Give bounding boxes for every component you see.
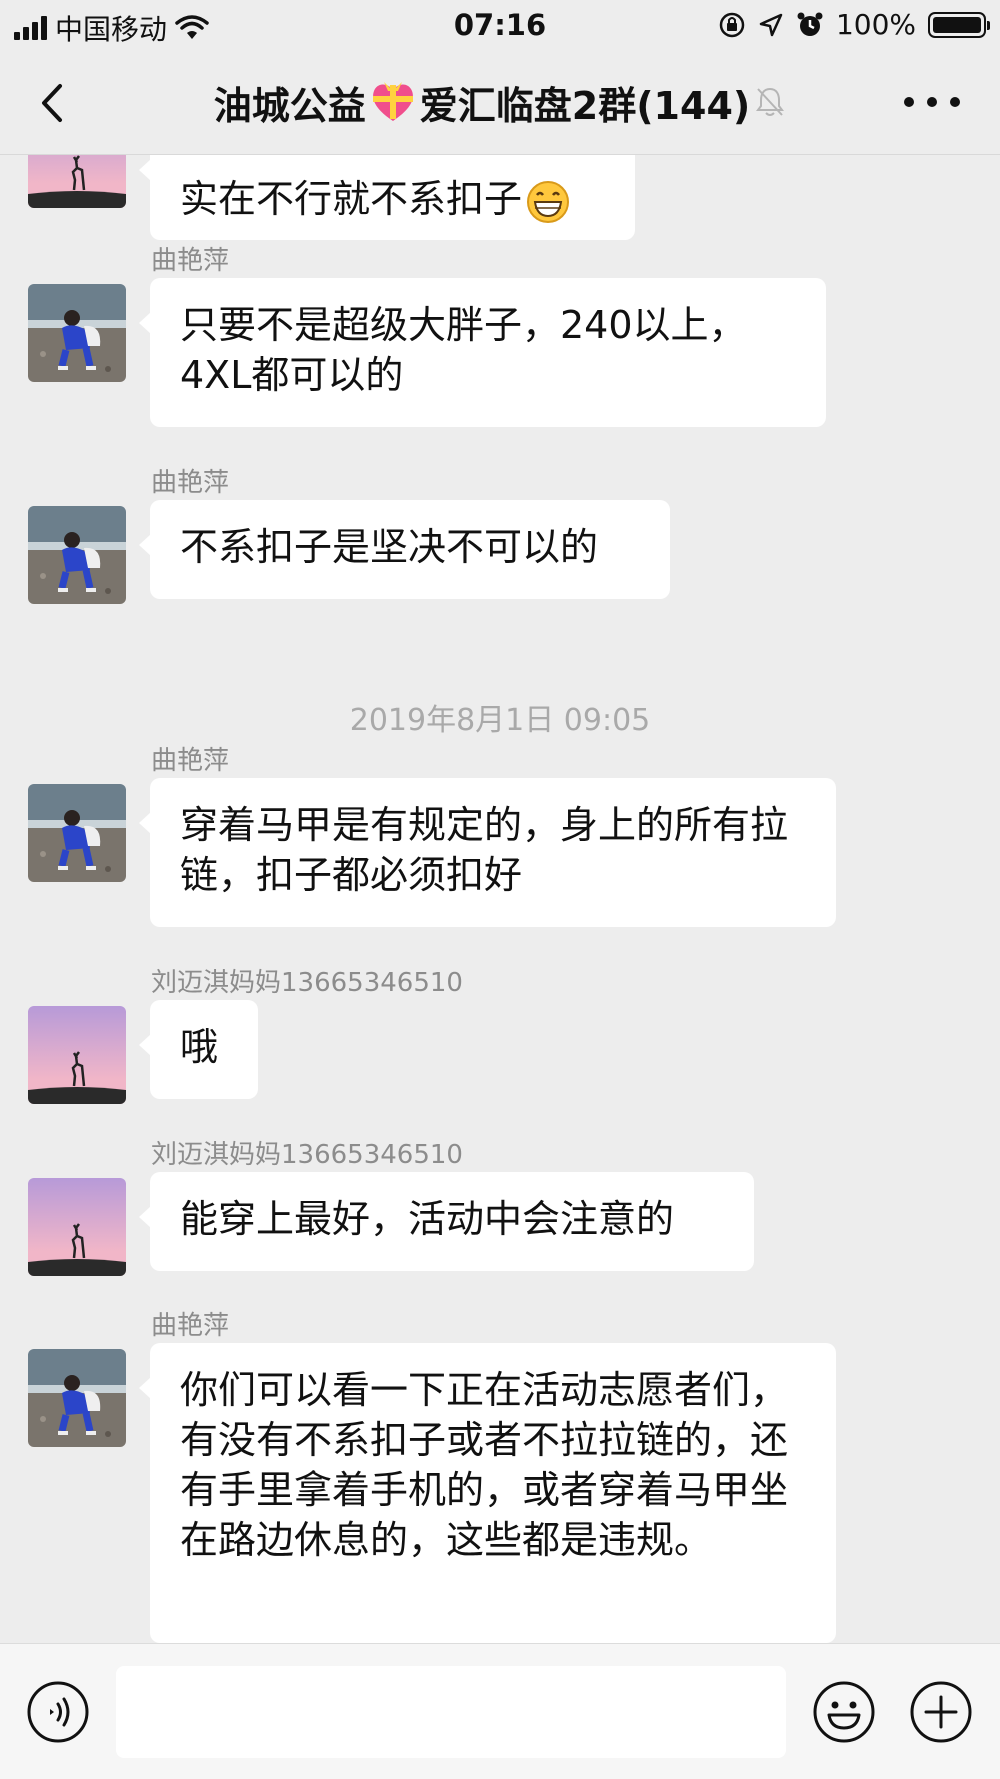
message-bubble[interactable]: 穿着马甲是有规定的，身上的所有拉链，扣子都必须扣好: [139, 778, 836, 927]
more-button[interactable]: [904, 86, 960, 118]
grin-emoji-icon: [527, 180, 570, 223]
message-bubble[interactable]: 哦: [139, 1000, 258, 1099]
emoji-icon: [813, 1681, 875, 1743]
chat-timestamp: 2019年8月1日 09:05: [349, 703, 651, 738]
message-bubble[interactable]: 你们可以看一下正在活动志愿者们，有没有不系扣子或者不拉拉链的，还有手里拿着手机的…: [139, 1343, 836, 1643]
sender-name: 曲艳萍: [151, 746, 230, 776]
status-right: 100%: [718, 8, 990, 41]
avatar-beach[interactable]: [28, 506, 126, 604]
voice-button[interactable]: [26, 1680, 90, 1744]
more-icon: [904, 97, 914, 107]
avatar-deer[interactable]: [28, 1178, 126, 1276]
plus-icon: [910, 1681, 972, 1743]
chat-title-suffix: 爱汇临盘2群(144): [419, 83, 751, 128]
sender-name: 曲艳萍: [151, 1311, 230, 1341]
voice-icon: [27, 1681, 89, 1743]
avatar-deer[interactable]: [28, 155, 126, 208]
mute-bell-icon: [756, 87, 785, 116]
message-bubble[interactable]: 实在不行就不系扣子: [139, 155, 635, 240]
avatar-deer[interactable]: [28, 1006, 126, 1104]
sender-name: 曲艳萍: [151, 246, 230, 276]
heart-gift-emoji-icon: [372, 82, 413, 121]
more-functions-button[interactable]: [909, 1680, 973, 1744]
input-bar: [0, 1643, 1000, 1779]
message-bubble[interactable]: 能穿上最好，活动中会注意的: [139, 1172, 754, 1271]
chat-title: 油城公益 爱汇临盘2群(144): [0, 50, 1000, 154]
emoji-button[interactable]: [812, 1680, 876, 1744]
battery-icon: [928, 11, 990, 38]
message-bubble[interactable]: 不系扣子是坚决不可以的: [139, 500, 670, 599]
status-bar: 中国移动 07:16 100%: [0, 0, 1000, 50]
sender-name: 刘迈淇妈妈13665346510: [151, 1140, 463, 1170]
location-icon: [759, 13, 783, 36]
orientation-lock-icon: [719, 12, 745, 37]
avatar-beach[interactable]: [28, 1349, 126, 1447]
alarm-icon: [797, 12, 823, 36]
message-bubble[interactable]: 只要不是超级大胖子，240以上，4XL都可以的: [139, 278, 826, 427]
battery-percent: 100%: [835, 8, 916, 41]
avatar-beach[interactable]: [28, 784, 126, 882]
chat-header: 油城公益 爱汇临盘2群(144): [0, 50, 1000, 155]
sender-name: 曲艳萍: [151, 468, 230, 498]
chat-title-prefix: 油城公益: [213, 83, 366, 128]
message-input[interactable]: [116, 1666, 786, 1758]
avatar-beach[interactable]: [28, 284, 126, 382]
chat-message-list[interactable]: 实在不行就不系扣子 曲艳萍 只要不是超级大胖子，240以上，4XL都可以的 曲艳…: [0, 155, 1000, 1643]
sender-name: 刘迈淇妈妈13665346510: [151, 968, 463, 998]
